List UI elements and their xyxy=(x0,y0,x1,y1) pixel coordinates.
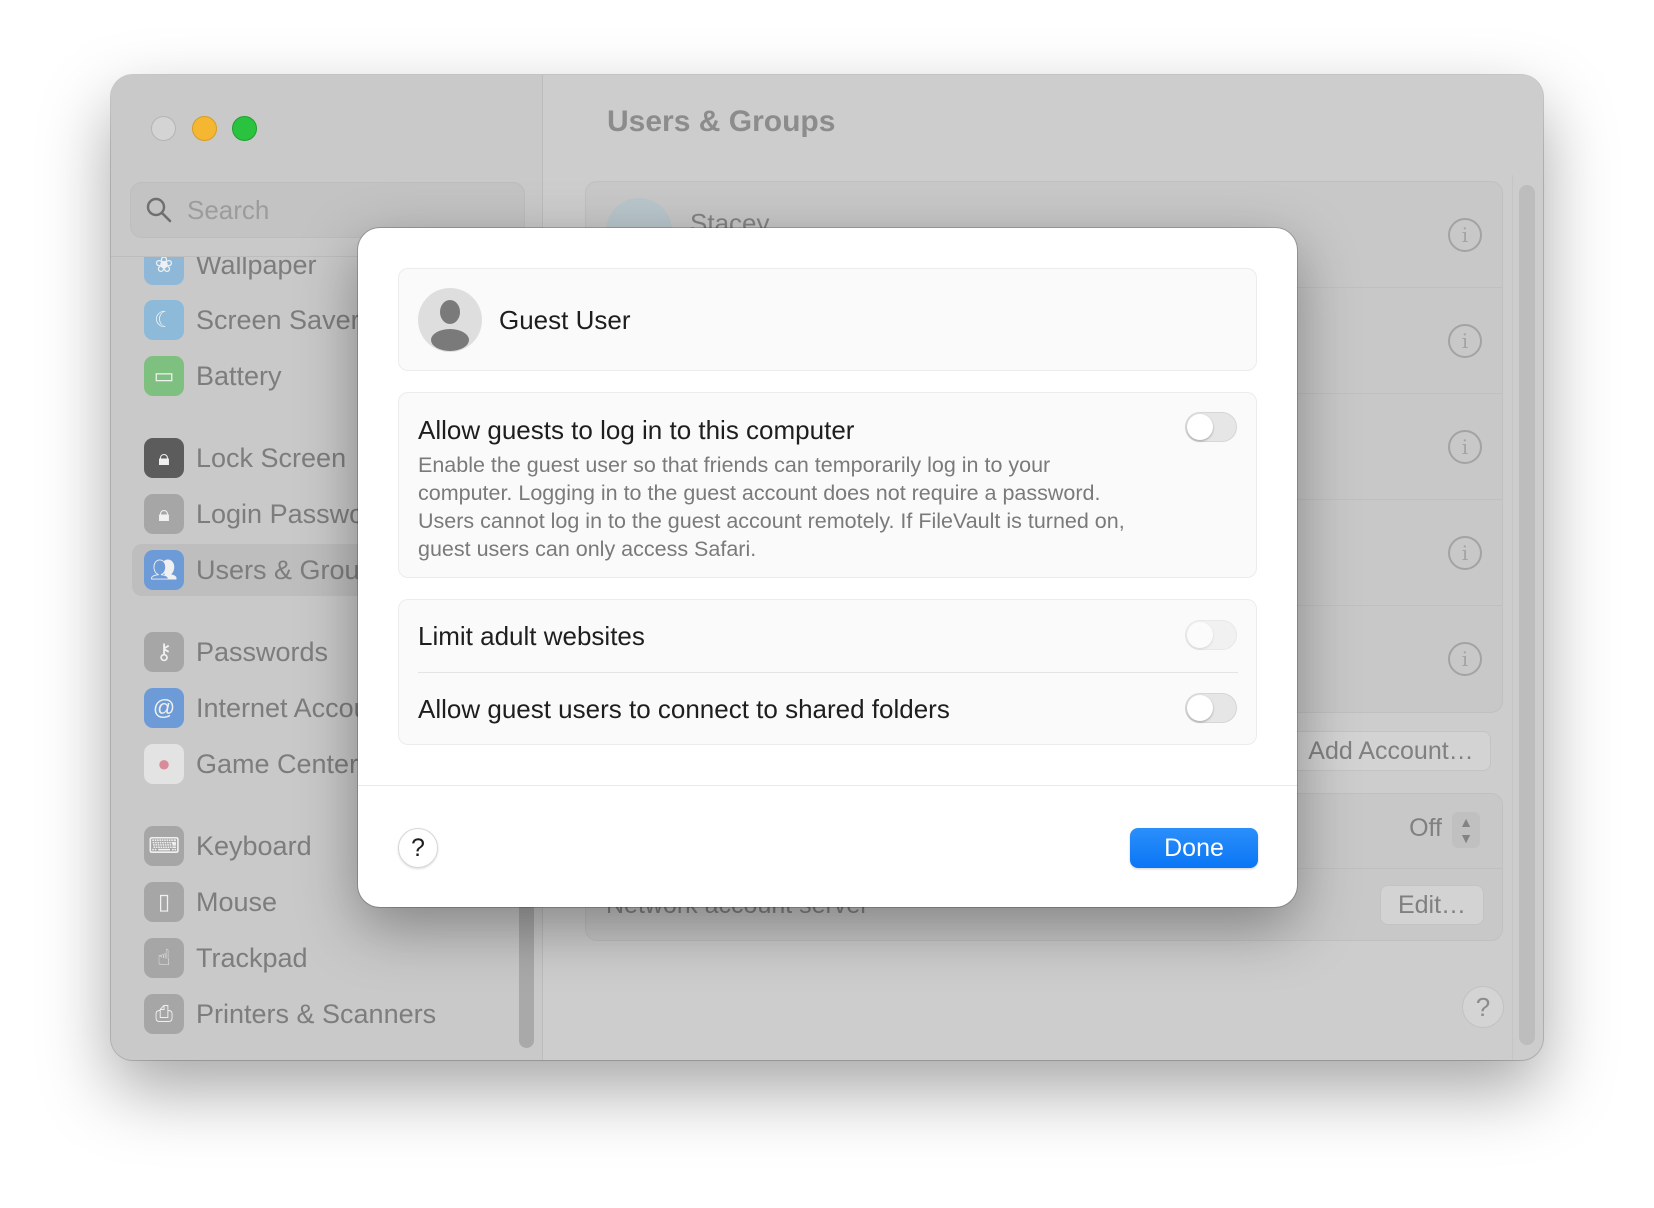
dialog-help-button[interactable]: ? xyxy=(398,828,438,868)
info-icon[interactable]: i xyxy=(1448,324,1482,358)
dialog-divider xyxy=(358,785,1297,786)
passwords-icon: ⚷ xyxy=(144,632,184,672)
sidebar-item-trackpad[interactable]: ☝ Trackpad xyxy=(132,932,522,984)
info-icon[interactable]: i xyxy=(1448,642,1482,676)
users-groups-icon: 👥︎ xyxy=(144,550,184,590)
allow-guests-label: Allow guests to log in to this computer xyxy=(418,415,855,445)
sidebar-item-label: Wallpaper xyxy=(196,257,317,280)
sidebar-item-label: Passwords xyxy=(196,636,329,667)
auto-login-value[interactable]: Off xyxy=(1409,814,1442,843)
minimize-button[interactable] xyxy=(192,116,217,141)
sidebar-item-label: Mouse xyxy=(196,886,278,917)
sidebar-item-label: Game Center xyxy=(196,748,359,779)
sidebar-item-label: Lock Screen xyxy=(196,442,347,473)
avatar xyxy=(418,288,482,352)
main-scrollbar[interactable] xyxy=(1519,185,1535,1045)
guest-user-name: Guest User xyxy=(499,305,631,335)
toggle-knob xyxy=(1187,695,1213,721)
sidebar-item-printers-scanners[interactable]: ⎙ Printers & Scanners xyxy=(132,988,522,1040)
sidebar-item-label: Keyboard xyxy=(196,830,312,861)
edit-button[interactable]: Edit… xyxy=(1380,885,1484,925)
limit-adult-websites-row: Limit adult websites xyxy=(399,600,1256,672)
trackpad-icon: ☝ xyxy=(144,938,184,978)
guest-user-card: Guest User xyxy=(398,268,1257,371)
person-icon xyxy=(431,300,469,351)
popup-stepper-icon[interactable]: ▲ ▼ xyxy=(1452,812,1480,848)
scroll-track xyxy=(1512,175,1513,1060)
login-password-icon: 🔒︎ xyxy=(144,494,184,534)
allow-guests-card: Allow guests to log in to this computer … xyxy=(398,392,1257,578)
lock-screen-icon: 🔒︎ xyxy=(144,438,184,478)
game-center-icon: ● xyxy=(144,744,184,784)
done-button[interactable]: Done xyxy=(1130,828,1258,868)
page-title: Users & Groups xyxy=(607,105,836,138)
sidebar-item-label: Printers & Scanners xyxy=(196,998,437,1029)
help-button[interactable]: ? xyxy=(1462,986,1504,1028)
zoom-button[interactable] xyxy=(232,116,257,141)
battery-icon: ▭ xyxy=(144,356,184,396)
allow-guests-description: Enable the guest user so that friends ca… xyxy=(418,453,1125,561)
mouse-icon: ▯ xyxy=(144,882,184,922)
wallpaper-icon: ❀ xyxy=(144,257,184,285)
guest-user-dialog: Guest User Allow guests to log in to thi… xyxy=(358,228,1297,907)
toggle-knob xyxy=(1187,622,1213,648)
info-icon[interactable]: i xyxy=(1448,536,1482,570)
search-placeholder: Search xyxy=(187,194,270,225)
screen-saver-icon: ☾ xyxy=(144,300,184,340)
internet-accounts-icon: @ xyxy=(144,688,184,728)
keyboard-icon: ⌨ xyxy=(144,826,184,866)
info-icon[interactable]: i xyxy=(1448,430,1482,464)
guest-options-card: Limit adult websites Allow guest users t… xyxy=(398,599,1257,745)
search-icon xyxy=(146,197,172,223)
sidebar-item-label: Battery xyxy=(196,360,282,391)
limit-adult-websites-toggle[interactable] xyxy=(1185,620,1237,650)
limit-adult-websites-label: Limit adult websites xyxy=(418,621,645,651)
sidebar-item-label: Screen Saver xyxy=(196,304,360,335)
printers-scanners-icon: ⎙ xyxy=(144,994,184,1034)
shared-folders-toggle[interactable] xyxy=(1185,693,1237,723)
toggle-knob xyxy=(1187,414,1213,440)
add-account-button[interactable]: Add Account… xyxy=(1291,731,1491,771)
info-icon[interactable]: i xyxy=(1448,218,1482,252)
allow-guests-toggle[interactable] xyxy=(1185,412,1237,442)
shared-folders-label: Allow guest users to connect to shared f… xyxy=(418,694,950,724)
close-button[interactable] xyxy=(151,116,176,141)
shared-folders-row: Allow guest users to connect to shared f… xyxy=(399,673,1256,745)
sidebar-item-label: Trackpad xyxy=(196,942,308,973)
